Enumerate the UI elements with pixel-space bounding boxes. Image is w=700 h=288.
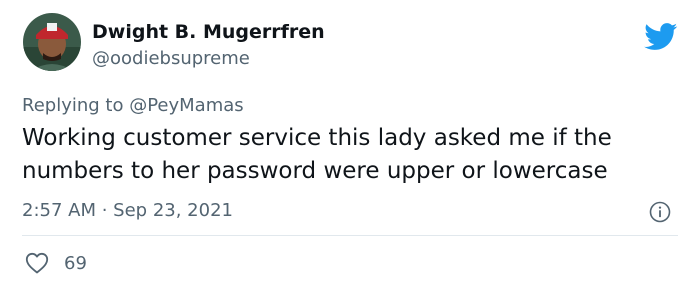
heart-icon[interactable] — [25, 252, 49, 274]
reply-context: Replying to @PeyMamas — [22, 95, 244, 116]
reply-mention-link[interactable]: @PeyMamas — [129, 95, 243, 116]
info-icon[interactable] — [649, 201, 671, 223]
divider — [22, 235, 678, 236]
avatar[interactable] — [23, 13, 81, 71]
display-name[interactable]: Dwight B. Mugerrfren — [92, 21, 325, 43]
meta-separator: · — [96, 200, 114, 221]
tweet-time: 2:57 AM — [22, 200, 96, 221]
tweet-date: Sep 23, 2021 — [113, 200, 233, 221]
like-count: 69 — [64, 253, 87, 274]
tweet-card: Dwight B. Mugerrfren @oodiebsupreme Repl… — [0, 0, 700, 288]
tweet-timestamp[interactable]: 2:57 AM · Sep 23, 2021 — [22, 200, 233, 221]
twitter-bird-icon[interactable] — [644, 23, 678, 51]
tweet-text: Working customer service this lady asked… — [22, 125, 612, 184]
user-handle[interactable]: @oodiebsupreme — [92, 48, 250, 69]
reply-prefix: Replying to — [22, 95, 130, 116]
